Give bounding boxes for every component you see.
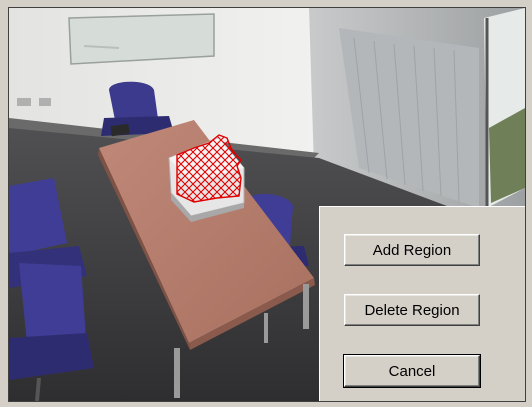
delete-region-button[interactable]: Delete Region <box>344 294 480 326</box>
cancel-button[interactable]: Cancel <box>343 354 481 388</box>
add-region-button[interactable]: Add Region <box>344 234 480 266</box>
region-polygon[interactable] <box>176 134 242 203</box>
region-action-panel: Add Region Delete Region Cancel <box>319 206 525 401</box>
camera-frame[interactable]: Add Region Delete Region Cancel <box>8 7 526 402</box>
region-editor-window: Add Region Delete Region Cancel <box>0 0 532 407</box>
